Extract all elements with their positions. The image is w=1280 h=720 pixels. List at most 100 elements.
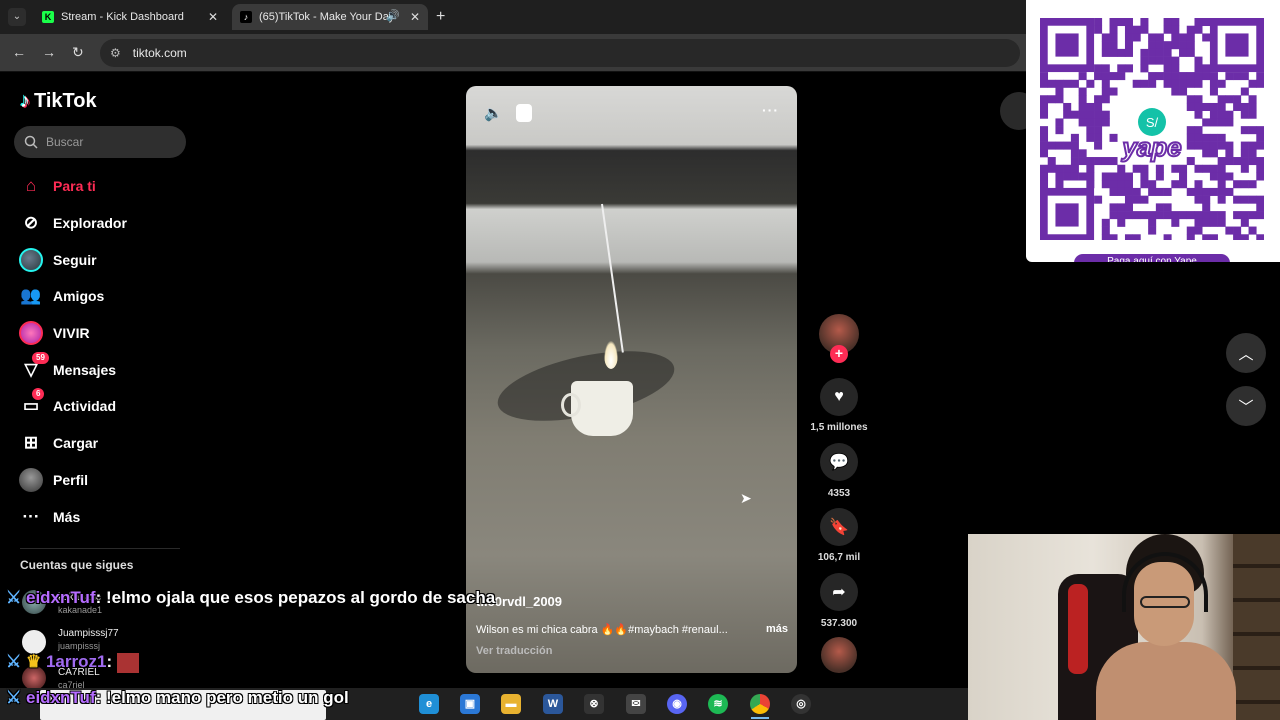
close-tab-icon[interactable]: ✕ (208, 10, 218, 24)
scroll-down-button[interactable]: ﹀ (1226, 386, 1266, 426)
save-button[interactable]: 🔖 (820, 508, 858, 546)
comment-button[interactable]: 💬 (820, 443, 858, 481)
qr-module (1101, 48, 1110, 57)
qr-module (1171, 41, 1180, 50)
qr-module (1040, 72, 1049, 81)
sidebar-item-para-ti[interactable]: ⌂ Para ti (16, 168, 186, 205)
webcam-feed (968, 534, 1280, 720)
sidebar-item-seguir[interactable]: Seguir (16, 241, 186, 278)
tiktok-logo[interactable]: ♪ TikTok (20, 90, 97, 113)
qr-module (1063, 164, 1072, 173)
sidebar-item-mas[interactable]: ··· Más (16, 498, 186, 535)
caption-more-link[interactable]: más (766, 623, 788, 636)
chat-username: eidxnTuf (25, 588, 96, 607)
like-button[interactable]: ♥ (820, 378, 858, 416)
word-icon[interactable]: W (543, 694, 563, 714)
volume-icon[interactable]: 🔈 (484, 104, 503, 122)
qr-module (1248, 211, 1257, 220)
qr-module (1086, 102, 1095, 111)
chat-emote (116, 652, 139, 673)
qr-module (1117, 18, 1126, 27)
qr-module (1055, 87, 1064, 96)
tab-kick-dashboard[interactable]: K Stream - Kick Dashboard ✕ (34, 4, 226, 30)
site-info-icon[interactable]: ⚙ (110, 46, 121, 60)
qr-module (1240, 72, 1249, 81)
account-item[interactable]: Juampisssj77 juampisssj (58, 628, 119, 651)
qr-module (1094, 95, 1103, 104)
qr-module (1163, 56, 1172, 65)
new-tab-icon[interactable]: + (436, 8, 445, 26)
autoplay-toggle[interactable] (516, 104, 532, 122)
like-count: 1,5 millones (810, 422, 868, 433)
qr-module (1202, 33, 1211, 42)
qr-module (1217, 164, 1226, 173)
tab-audio-icon[interactable]: 🔊 (386, 9, 400, 22)
qr-module (1209, 211, 1218, 220)
edge-icon[interactable]: e (419, 694, 439, 714)
discord-icon[interactable]: ◉ (667, 694, 687, 714)
qr-module (1163, 18, 1172, 27)
music-disc-avatar[interactable] (821, 637, 857, 673)
qr-module (1209, 87, 1218, 96)
mail-icon[interactable]: ✉ (626, 694, 646, 714)
qr-module (1040, 133, 1049, 142)
following-avatar-icon (16, 247, 46, 272)
qr-module (1086, 126, 1095, 135)
search-input[interactable] (46, 135, 166, 149)
qr-module (1117, 187, 1126, 196)
video-player[interactable]: 🔈 ··· t..c0rvdl_2009 Wilson es mi chica … (466, 86, 797, 673)
qr-module (1101, 180, 1110, 189)
close-tab-icon[interactable]: ✕ (410, 10, 420, 24)
qr-module (1233, 157, 1242, 166)
sidebar-item-mensajes[interactable]: ▽ 59 Mensajes (16, 351, 186, 388)
spotify-icon[interactable]: ≋ (708, 694, 728, 714)
share-button[interactable]: ➦ (820, 573, 858, 611)
qr-module (1040, 126, 1049, 135)
qr-module (1101, 79, 1110, 88)
qr-module (1171, 64, 1180, 73)
translate-link[interactable]: Ver traducción (476, 645, 552, 657)
account-avatar[interactable] (22, 630, 46, 654)
tab-search-menu-icon[interactable]: ⌄ (8, 8, 26, 26)
qr-module (1171, 18, 1180, 27)
qr-module (1132, 33, 1141, 42)
forward-icon[interactable]: → (42, 44, 56, 60)
qr-module (1055, 180, 1064, 189)
xbox-icon[interactable]: ⊗ (584, 694, 604, 714)
qr-module (1132, 211, 1141, 220)
qr-module (1202, 187, 1211, 196)
store-icon[interactable]: ▣ (460, 694, 480, 714)
sidebar-item-amigos[interactable]: 👥 Amigos (16, 278, 186, 315)
sidebar-item-perfil[interactable]: Perfil (16, 462, 186, 499)
sidebar-item-cargar[interactable]: ⊞ Cargar (16, 425, 186, 462)
folder-icon[interactable]: ▬ (501, 694, 521, 714)
chrome-icon[interactable] (750, 694, 770, 714)
address-bar[interactable]: ⚙ tiktok.com (100, 39, 1020, 67)
qr-module (1194, 218, 1203, 227)
qr-module (1070, 172, 1079, 181)
upload-icon: ⊞ (23, 433, 39, 453)
sidebar-item-vivir[interactable]: VIVIR (16, 315, 186, 352)
qr-module (1040, 149, 1049, 158)
tab-tiktok[interactable]: ♪ (65)TikTok - Make Your Day 🔊 ✕ (232, 4, 428, 30)
chat-username: 1arroz1 (45, 652, 107, 671)
qr-module (1194, 110, 1203, 119)
sidebar-item-explorador[interactable]: ⊘ Explorador (16, 205, 186, 242)
back-icon[interactable]: ← (12, 44, 26, 60)
scroll-up-button[interactable]: ︿ (1226, 333, 1266, 373)
qr-module (1179, 72, 1188, 81)
obs-icon[interactable]: ◎ (791, 694, 811, 714)
search-box[interactable] (14, 126, 186, 158)
reload-icon[interactable]: ↻ (72, 44, 84, 61)
chat-message: ⚔ eidxnTuf: !elmo mano pero metio un gol (6, 688, 349, 708)
qr-module (1078, 172, 1087, 181)
qr-module (1217, 157, 1226, 166)
qr-module (1194, 25, 1203, 34)
more-options-icon[interactable]: ··· (762, 102, 779, 118)
sidebar-item-actividad[interactable]: ▭ 6 Actividad (16, 388, 186, 425)
qr-module (1094, 25, 1103, 34)
qr-module (1148, 211, 1157, 220)
qr-module (1086, 157, 1095, 166)
qr-module (1117, 48, 1126, 57)
follow-plus-icon[interactable]: + (830, 345, 848, 363)
